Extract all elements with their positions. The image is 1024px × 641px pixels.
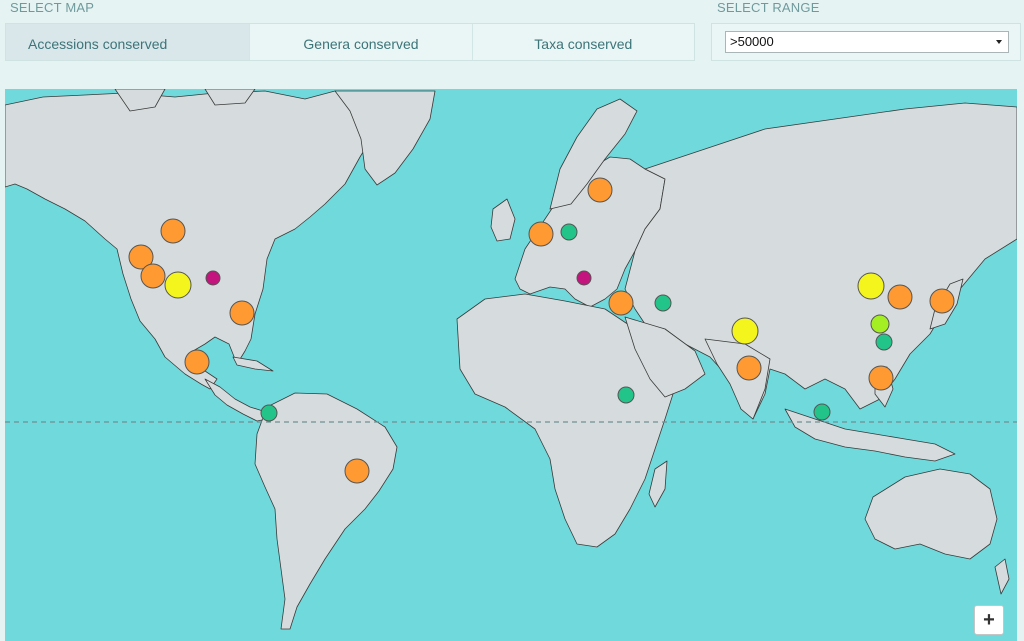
world-map-svg [5,89,1017,630]
central-america [204,378,268,422]
great-britain [490,198,516,242]
map-marker[interactable] [344,458,370,484]
map-marker[interactable] [813,403,831,421]
australia [864,468,998,560]
map-marker[interactable] [184,349,210,375]
map-marker[interactable] [140,263,166,289]
map-marker[interactable] [576,270,592,286]
indonesia [784,408,956,462]
map-tabs: Accessions conserved Genera conserved Ta… [5,23,695,61]
world-map[interactable]: + [5,89,1017,641]
map-marker[interactable] [857,272,885,300]
map-marker[interactable] [229,300,255,326]
map-marker[interactable] [929,288,955,314]
tab-accessions-conserved[interactable]: Accessions conserved [6,24,251,60]
range-select[interactable]: >50000 [725,31,1009,53]
map-marker[interactable] [205,270,221,286]
map-marker[interactable] [870,314,890,334]
new-zealand [994,558,1010,595]
map-marker[interactable] [587,177,613,203]
map-marker[interactable] [731,317,759,345]
select-map-label: SELECT MAP [10,0,95,15]
map-marker[interactable] [560,223,578,241]
map-marker[interactable] [608,290,634,316]
caribbean [232,356,274,372]
madagascar [648,460,668,508]
range-panel: >50000 [711,23,1021,61]
zoom-in-button[interactable]: + [974,605,1004,635]
south-america [254,392,398,630]
map-marker[interactable] [887,284,913,310]
map-marker[interactable] [617,386,635,404]
tab-genera-conserved[interactable]: Genera conserved [250,24,473,60]
north-america [5,90,378,390]
map-marker[interactable] [260,404,278,422]
map-marker[interactable] [736,355,762,381]
map-marker[interactable] [868,365,894,391]
land-masses [5,89,1017,630]
map-marker[interactable] [654,294,672,312]
map-marker[interactable] [528,221,554,247]
range-select-value: >50000 [730,34,774,49]
map-marker[interactable] [160,218,186,244]
map-marker[interactable] [875,333,893,351]
chevron-down-icon [996,40,1002,44]
tab-taxa-conserved[interactable]: Taxa conserved [473,24,694,60]
map-marker[interactable] [164,271,192,299]
select-range-label: SELECT RANGE [717,0,820,15]
